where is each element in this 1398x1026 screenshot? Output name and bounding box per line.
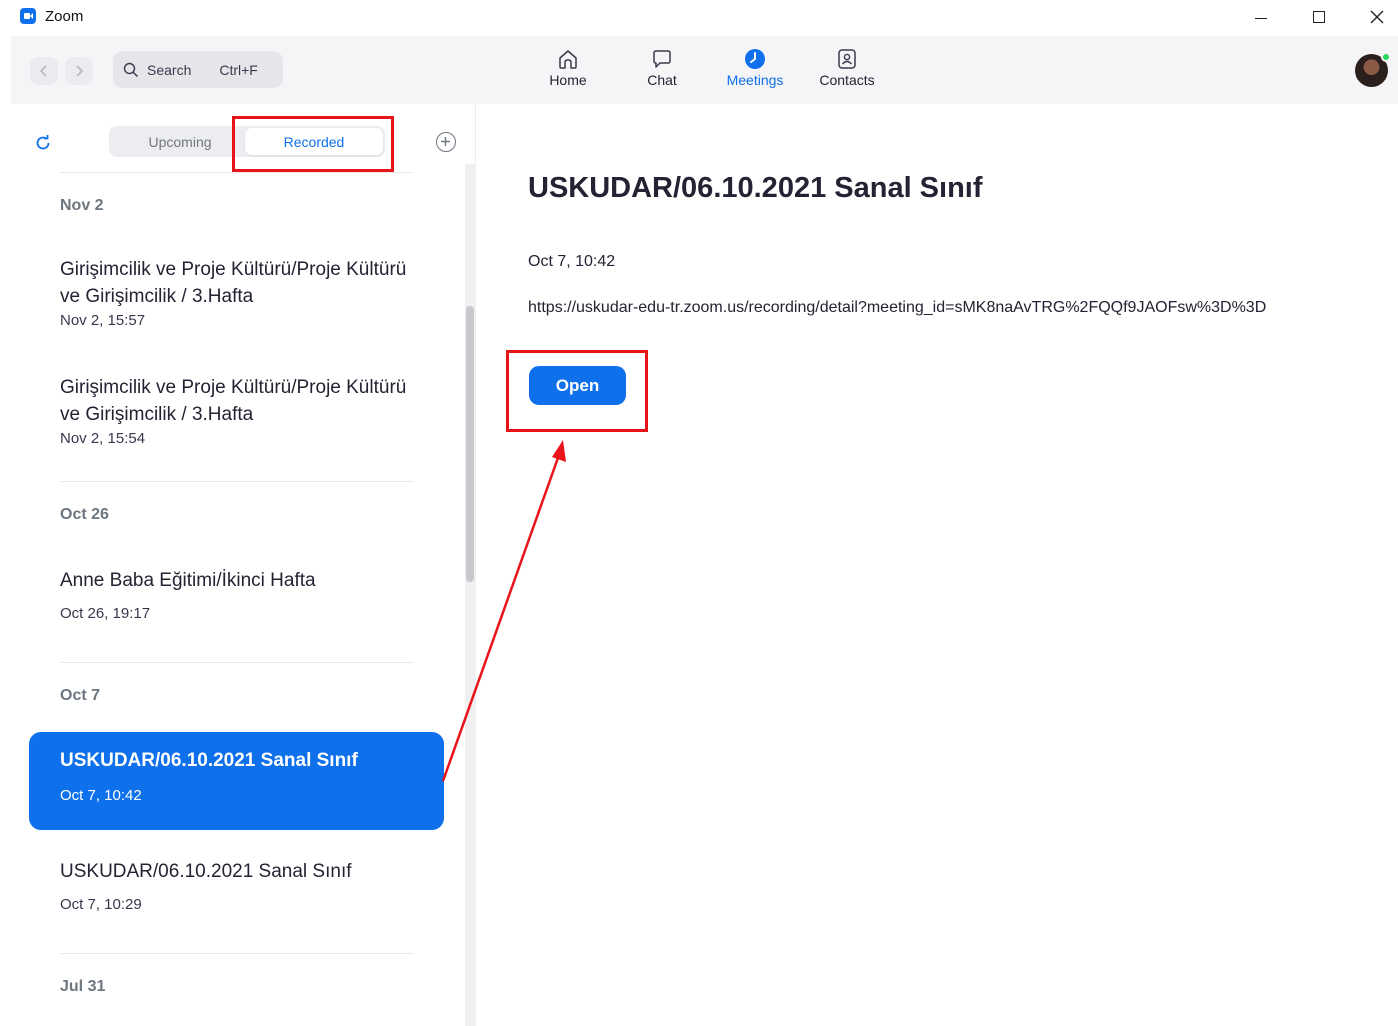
tab-meetings-label: Meetings [726, 72, 784, 88]
group-label: Jul 31 [60, 978, 106, 995]
tab-upcoming[interactable]: Upcoming [111, 128, 249, 155]
annotation-box-recorded [232, 116, 394, 172]
divider [60, 953, 413, 954]
page-title: USKUDAR/06.10.2021 Sanal Sınıf [528, 172, 983, 204]
divider [60, 662, 413, 663]
divider [60, 172, 413, 173]
home-icon [556, 46, 580, 72]
recording-title: USKUDAR/06.10.2021 Sanal Sınıf [60, 750, 358, 771]
refresh-button[interactable] [34, 134, 52, 157]
window-title: Zoom [45, 8, 84, 25]
tab-meetings[interactable]: Meetings [715, 46, 795, 88]
tab-chat-label: Chat [647, 72, 677, 88]
maximize-button[interactable] [1290, 0, 1348, 34]
chat-icon [650, 46, 674, 72]
scrollbar[interactable] [465, 164, 475, 1026]
close-icon [1370, 10, 1384, 24]
search-shortcut: Ctrl+F [219, 61, 258, 78]
tab-home-label: Home [549, 72, 587, 88]
tab-contacts-label: Contacts [819, 72, 875, 88]
clock-icon [743, 46, 767, 72]
maximize-icon [1313, 11, 1325, 23]
top-toolbar: Search Ctrl+F Home Chat Meetings Contact… [11, 36, 1398, 104]
recording-date: Oct 7, 10:29 [60, 896, 142, 913]
recording-datetime: Oct 7, 10:42 [528, 253, 616, 270]
scrollbar-thumb[interactable] [466, 306, 474, 582]
meetings-sidebar: Upcoming Recorded Nov 2 Girişimcilik ve … [11, 104, 476, 1026]
divider [60, 481, 413, 482]
annotation-box-open [506, 350, 648, 432]
recording-title: Anne Baba Eğitimi/İkinci Hafta [60, 570, 316, 591]
group-label: Nov 2 [60, 197, 104, 214]
recording-date: Oct 7, 10:42 [60, 787, 142, 804]
search-input[interactable]: Search Ctrl+F [113, 51, 283, 88]
recording-date: Nov 2, 15:57 [60, 312, 146, 329]
chevron-right-icon [76, 65, 84, 77]
close-button[interactable] [1348, 0, 1398, 34]
back-button[interactable] [30, 57, 58, 85]
forward-button[interactable] [65, 57, 93, 85]
zoom-logo-icon [20, 8, 36, 24]
tab-home[interactable]: Home [528, 46, 608, 88]
minimize-icon [1255, 17, 1267, 19]
tab-contacts[interactable]: Contacts [807, 46, 887, 88]
recording-date: Oct 26, 19:17 [60, 605, 151, 622]
recording-title: Girişimcilik ve Proje Kültürü/Proje Kült… [60, 259, 407, 307]
plus-icon [441, 137, 450, 146]
recording-title: Girişimcilik ve Proje Kültürü/Proje Kült… [60, 377, 407, 425]
add-meeting-button[interactable] [436, 132, 456, 152]
tab-chat[interactable]: Chat [622, 46, 702, 88]
group-label: Oct 26 [60, 506, 109, 523]
recording-title: USKUDAR/06.10.2021 Sanal Sınıf [60, 861, 352, 882]
search-placeholder: Search [147, 61, 192, 78]
chevron-left-icon [39, 65, 47, 77]
recording-url[interactable]: https://uskudar-edu-tr.zoom.us/recording… [528, 299, 1266, 317]
recordings-list: Nov 2 Girişimcilik ve Proje Kültürü/Proj… [11, 172, 466, 1026]
list-item-selected[interactable]: USKUDAR/06.10.2021 Sanal Sınıf Oct 7, 10… [29, 732, 444, 830]
group-label: Oct 7 [60, 687, 101, 704]
avatar[interactable] [1355, 52, 1391, 87]
contacts-icon [835, 46, 859, 72]
minimize-button[interactable] [1232, 0, 1290, 34]
recording-date: Nov 2, 15:54 [60, 430, 146, 447]
status-dot [1381, 52, 1391, 62]
title-bar: Zoom [0, 0, 1398, 34]
search-icon [123, 62, 138, 77]
refresh-icon [36, 135, 50, 150]
